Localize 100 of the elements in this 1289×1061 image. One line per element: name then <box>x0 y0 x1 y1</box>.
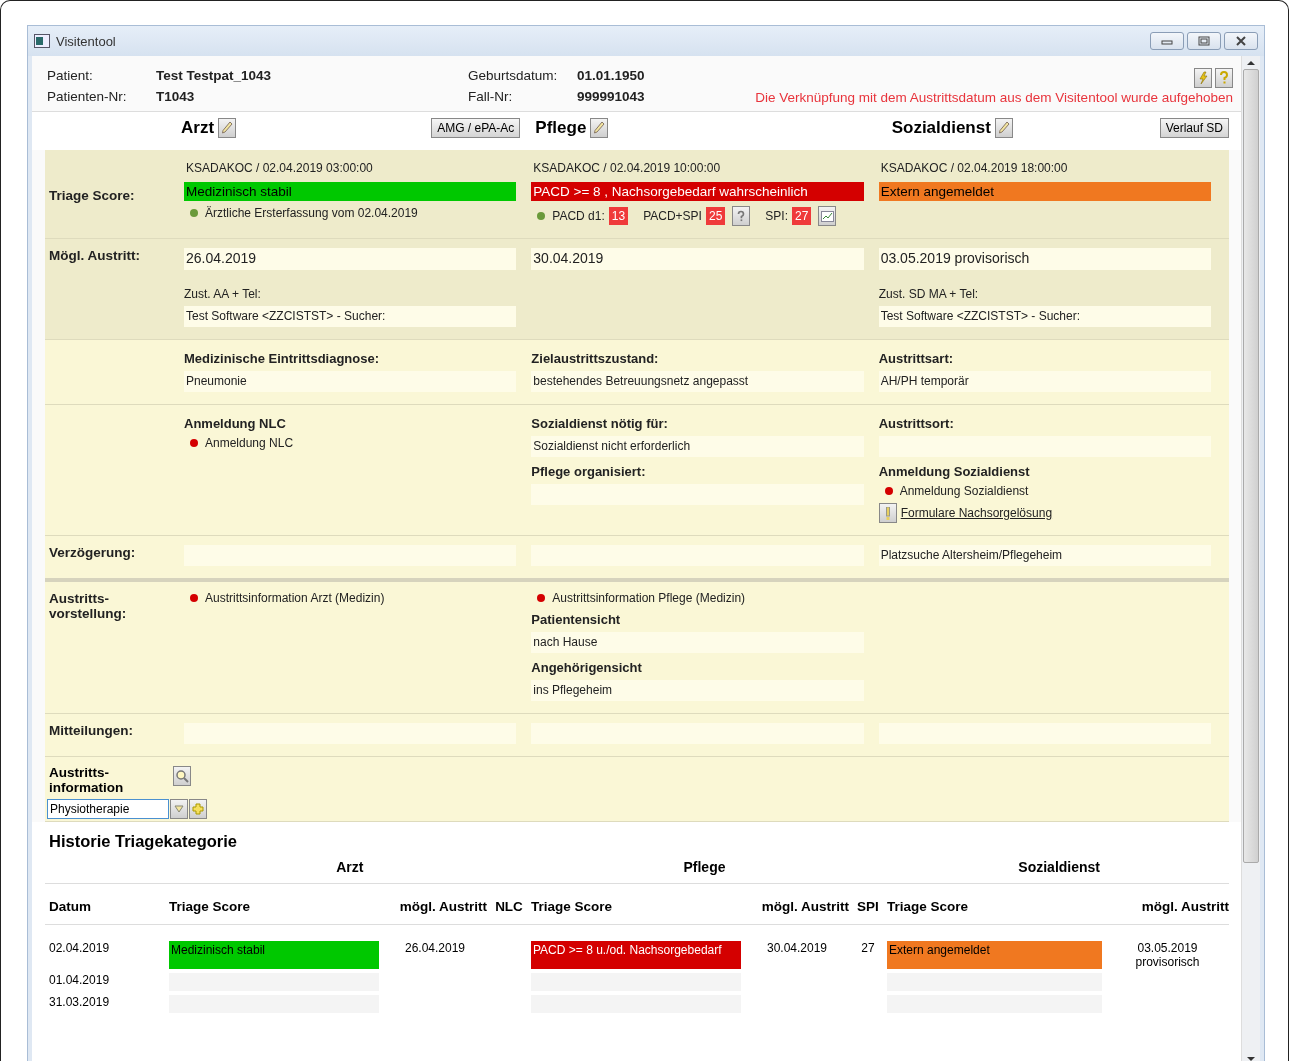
field-label: Zielaustrittszustand: <box>531 351 660 366</box>
text-field[interactable]: nach Hause <box>531 632 864 653</box>
text-field[interactable]: Test Software <ZZCISTST> - Sucher: <box>878 306 1211 327</box>
triage-score-bar: Extern angemeldet <box>887 941 1102 969</box>
column-header: NLC <box>494 899 524 914</box>
notice-text: Die Verknüpfung mit dem Austrittsdatum aus dem Visitentool wurde aufgehoben <box>755 90 1233 105</box>
score-label: PACD d1: <box>552 209 605 223</box>
date-field[interactable]: 03.05.2019 provisorisch <box>878 248 1211 270</box>
column-header: Triage Score <box>887 899 970 914</box>
score-badge: 27 <box>792 207 812 225</box>
field-label: Geburtsdatum: <box>468 68 559 84</box>
author-timestamp: KSADAKOC / 02.04.2019 10:00:00 <box>532 160 722 177</box>
close-button[interactable] <box>1224 32 1258 50</box>
field-label: Angehörigensicht <box>531 660 643 675</box>
text-field[interactable]: AH/PH temporär <box>878 371 1211 392</box>
field-value: Test Testpat_1043 <box>156 68 273 84</box>
status-text: Anmeldung NLC <box>205 436 294 450</box>
text-field[interactable]: Sozialdienst nicht erforderlich <box>531 436 864 457</box>
field-label: Austrittsart: <box>878 351 955 366</box>
help-icon[interactable] <box>1215 68 1233 88</box>
field-label: Sozialdienst nötig für: <box>531 416 669 431</box>
field-value: T1043 <box>156 89 196 105</box>
add-icon[interactable] <box>189 799 207 819</box>
status-text: Austrittsinformation Pflege (Medizin) <box>552 591 746 605</box>
table-cell-text: 03.05.2019 provisorisch <box>1134 941 1201 969</box>
app-icon <box>34 34 50 48</box>
column-header: Datum <box>49 899 92 914</box>
field-label: Medizinische Eintrittsdiagnose: <box>184 351 381 366</box>
select-field[interactable]: Physiotherapie <box>47 799 169 819</box>
edit-icon[interactable] <box>994 118 1013 138</box>
scroll-down-icon[interactable] <box>1247 1056 1255 1061</box>
column-button[interactable]: AMG / ePA-Ac <box>431 118 521 138</box>
triage-score-bar: PACD >= 8 , Nachsorgebedarf wahrscheinlich <box>531 182 864 201</box>
field-label: Patient: <box>47 68 94 84</box>
field-label: Austrittsort: <box>878 416 955 431</box>
column-header: Triage Score <box>169 899 252 914</box>
forms-link[interactable]: Formulare Nachsorgelösung <box>900 506 1053 520</box>
row-label: Triage Score: <box>49 188 135 203</box>
date-field[interactable]: 26.04.2019 <box>184 248 517 270</box>
score-badge: 13 <box>608 207 629 225</box>
score-label: SPI: <box>765 209 788 223</box>
text-field[interactable]: Test Software <ZZCISTST> - Sucher: <box>184 306 517 327</box>
chart-icon[interactable] <box>818 206 837 226</box>
triage-score-bar: PACD >= 8 u./od. Nachsorgebedarf <box>531 941 741 969</box>
author-timestamp: KSADAKOC / 02.04.2019 18:00:00 <box>879 160 1069 177</box>
group-heading: Arzt <box>335 859 365 875</box>
minimize-button[interactable] <box>1150 32 1184 50</box>
row-label: Verzögerung: <box>49 545 136 560</box>
field-label: Anmeldung Sozialdienst <box>878 464 1031 479</box>
scrollbar[interactable] <box>1241 56 1260 1061</box>
field-label: Zust. SD MA + Tel: <box>878 287 980 301</box>
field-label: Pflege organisiert: <box>531 464 647 479</box>
author-timestamp: KSADAKOC / 02.04.2019 03:00:00 <box>185 160 374 177</box>
table-cell-text: 31.03.2019 <box>49 995 110 1011</box>
column-title: Arzt <box>181 118 215 138</box>
score-badge: 25 <box>705 207 726 225</box>
column-header: SPI <box>856 899 880 914</box>
minimize-icon <box>1161 37 1173 45</box>
field-label: Patienten-Nr: <box>47 89 128 105</box>
dropdown-icon[interactable] <box>170 799 188 819</box>
table-cell-text: 27 <box>861 941 875 957</box>
field-label: Zust. AA + Tel: <box>184 287 262 301</box>
section-title: Historie Triagekategorie <box>48 832 237 850</box>
warning-icon[interactable] <box>878 503 897 523</box>
row-label: Mitteilungen: <box>49 723 133 738</box>
status-text: Austrittsinformation Arzt (Medizin) <box>205 591 385 605</box>
triage-score-bar: Medizinisch stabil <box>184 182 517 201</box>
table-cell-text: 02.04.2019 <box>49 941 110 957</box>
text-field[interactable]: Platzsuche Altersheim/Pflegeheim <box>878 545 1211 566</box>
edit-icon[interactable] <box>590 118 609 138</box>
help-icon[interactable] <box>732 206 751 226</box>
lightning-icon[interactable] <box>1194 68 1212 88</box>
field-label: Fall-Nr: <box>468 89 514 105</box>
text-field[interactable]: ins Pflegeheim <box>531 680 864 701</box>
text-field[interactable]: Pneumonie <box>184 371 517 392</box>
field-label: Patientensicht <box>531 612 622 627</box>
date-field[interactable]: 30.04.2019 <box>531 248 864 270</box>
status-text: Ärztliche Ersterfassung vom 02.04.2019 <box>205 206 418 220</box>
column-button[interactable]: Verlauf SD <box>1159 118 1229 138</box>
scroll-up-icon[interactable] <box>1247 60 1255 66</box>
group-heading: Pflege <box>682 859 727 875</box>
row-label: Austritts-information <box>48 765 125 795</box>
column-title: Sozialdienst <box>891 118 991 138</box>
search-icon[interactable] <box>173 766 191 786</box>
status-text: Anmeldung Sozialdienst <box>899 484 1029 498</box>
row-label: Mögl. Austritt: <box>49 248 140 263</box>
triage-score-bar: Medizinisch stabil <box>169 941 379 969</box>
table-cell-text: 01.04.2019 <box>49 973 110 989</box>
column-header: Triage Score <box>531 899 614 914</box>
close-icon <box>1235 36 1247 46</box>
score-label: PACD+SPI <box>643 209 702 223</box>
window-title: Visitentool <box>56 33 116 49</box>
table-cell-text: 30.04.2019 <box>766 941 828 957</box>
field-value: 01.01.1950 <box>577 68 645 84</box>
text-field[interactable]: bestehendes Betreuungsnetz angepasst <box>531 371 864 392</box>
column-header: mögl. Austritt <box>760 899 849 914</box>
edit-icon[interactable] <box>218 118 237 138</box>
column-header: mögl. Austritt <box>1140 899 1229 914</box>
row-label: Austritts-vorstellung: <box>49 591 127 621</box>
group-heading: Sozialdienst <box>1017 859 1101 875</box>
